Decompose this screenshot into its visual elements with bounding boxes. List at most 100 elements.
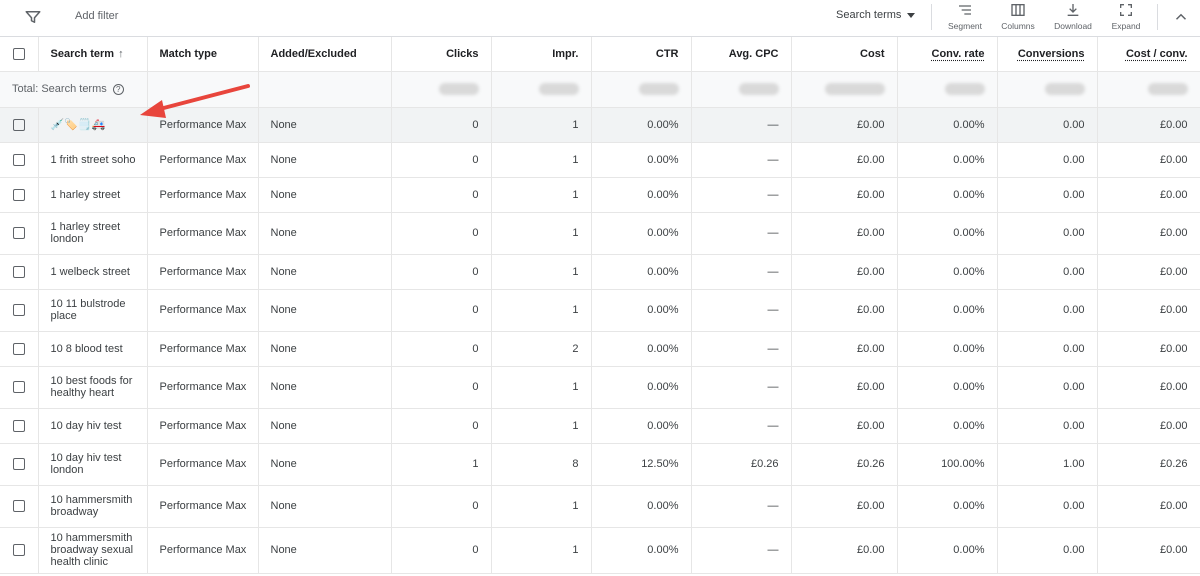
clicks-cell: 0 [391, 485, 491, 527]
conv-rate-cell: 0.00% [897, 289, 997, 331]
col-header-search-term[interactable]: Search term ↑ [38, 37, 147, 71]
cost-cell: £0.00 [791, 485, 897, 527]
download-button[interactable]: Download [1050, 0, 1096, 36]
cost-conv-cell: £0.00 [1097, 107, 1200, 142]
col-header-conv-rate[interactable]: Conv. rate [897, 37, 997, 71]
table-row[interactable]: 💉🏷️🗒️🚑 Performance Max None 0 1 0.00% — £0.00 0.… [0, 107, 1200, 142]
segment-button[interactable]: Segment [944, 0, 986, 36]
conv-rate-cell: 0.00% [897, 107, 997, 142]
row-checkbox[interactable] [13, 266, 25, 278]
col-header-avg-cpc[interactable]: Avg. CPC [691, 37, 791, 71]
expand-button-label: Expand [1112, 21, 1141, 31]
table-row[interactable]: 10 8 blood test Performance Max None 0 2 0.00… [0, 331, 1200, 366]
filter-icon[interactable] [24, 8, 42, 26]
row-checkbox[interactable] [13, 119, 25, 131]
total-cell-blurred [997, 71, 1097, 107]
impr-cell: 1 [491, 366, 591, 408]
chevron-up-icon[interactable] [1172, 8, 1190, 26]
col-header-ctr[interactable]: CTR [591, 37, 691, 71]
row-checkbox[interactable] [13, 154, 25, 166]
search-term-cell: 1 frith street soho [38, 142, 147, 177]
row-checkbox[interactable] [13, 343, 25, 355]
impr-cell: 1 [491, 107, 591, 142]
conversions-cell: 0.00 [997, 289, 1097, 331]
conversions-cell: 0.00 [997, 107, 1097, 142]
conversions-cell: 0.00 [997, 527, 1097, 573]
table-row[interactable]: 10 11 bulstrode place Performance Max None… [0, 289, 1200, 331]
match-cell: Performance Max [147, 408, 258, 443]
row-checkbox-cell [0, 408, 38, 443]
cost-conv-cell: £0.00 [1097, 408, 1200, 443]
clicks-cell: 0 [391, 331, 491, 366]
cost-cell: £0.00 [791, 254, 897, 289]
cpc-cell: — [691, 212, 791, 254]
table-row[interactable]: 10 day hiv test london Performance Max Non… [0, 443, 1200, 485]
add-filter-button[interactable]: Add filter [75, 10, 118, 22]
row-checkbox[interactable] [13, 227, 25, 239]
cpc-cell: — [691, 408, 791, 443]
conv-rate-cell: 0.00% [897, 142, 997, 177]
table-row[interactable]: 1 welbeck street Performance Max None 0 1 0.0… [0, 254, 1200, 289]
col-header-clicks[interactable]: Clicks [391, 37, 491, 71]
row-checkbox[interactable] [13, 420, 25, 432]
ctr-cell: 0.00% [591, 527, 691, 573]
total-row: Total: Search terms? [0, 71, 1200, 107]
search-term-cell: 10 8 blood test [38, 331, 147, 366]
added-cell: None [258, 254, 391, 289]
cost-conv-cell: £0.00 [1097, 527, 1200, 573]
match-cell: Performance Max [147, 142, 258, 177]
columns-button[interactable]: Columns [996, 0, 1040, 36]
row-checkbox[interactable] [13, 500, 25, 512]
cost-conv-cell: £0.00 [1097, 485, 1200, 527]
search-term-cell: 10 day hiv test london [38, 443, 147, 485]
select-all-checkbox[interactable] [13, 48, 25, 60]
table-row[interactable]: 1 frith street soho Performance Max None 0 1… [0, 142, 1200, 177]
ctr-cell: 0.00% [591, 408, 691, 443]
row-checkbox-cell [0, 331, 38, 366]
table-row[interactable]: 10 hammersmith broadway sexual health cl… [0, 527, 1200, 573]
conversions-cell: 0.00 [997, 212, 1097, 254]
row-checkbox[interactable] [13, 458, 25, 470]
col-header-cost[interactable]: Cost [791, 37, 897, 71]
match-cell: Performance Max [147, 177, 258, 212]
match-cell: Performance Max [147, 485, 258, 527]
col-header-added-excluded[interactable]: Added/Excluded [258, 37, 391, 71]
col-header-conversions[interactable]: Conversions [997, 37, 1097, 71]
match-cell: Performance Max [147, 212, 258, 254]
view-segment-dropdown[interactable]: Search terms [836, 9, 915, 21]
toolbar-divider [1157, 4, 1158, 30]
col-header-impr[interactable]: Impr. [491, 37, 591, 71]
columns-icon [1010, 2, 1026, 18]
row-checkbox[interactable] [13, 544, 25, 556]
row-checkbox-cell [0, 177, 38, 212]
table-row[interactable]: 1 harley street london Performance Max Non… [0, 212, 1200, 254]
help-icon[interactable]: ? [113, 84, 124, 95]
cost-conv-cell: £0.00 [1097, 177, 1200, 212]
table-row[interactable]: 1 harley street Performance Max None 0 1 0.00… [0, 177, 1200, 212]
ctr-cell: 0.00% [591, 254, 691, 289]
cost-cell: £0.00 [791, 331, 897, 366]
col-header-match-type[interactable]: Match type [147, 37, 258, 71]
table-row[interactable]: 10 hammersmith broadway Performance Max No… [0, 485, 1200, 527]
cpc-cell: — [691, 485, 791, 527]
table-row[interactable]: 10 best foods for healthy heart Performan… [0, 366, 1200, 408]
redacted-value [739, 83, 779, 95]
added-cell: None [258, 443, 391, 485]
cost-conv-cell: £0.00 [1097, 289, 1200, 331]
col-header-cost-per-conv[interactable]: Cost / conv. [1097, 37, 1200, 71]
search-term-cell: 10 best foods for healthy heart [38, 366, 147, 408]
conversions-cell: 0.00 [997, 331, 1097, 366]
cost-cell: £0.00 [791, 212, 897, 254]
ctr-cell: 12.50% [591, 443, 691, 485]
row-checkbox[interactable] [13, 304, 25, 316]
row-checkbox[interactable] [13, 189, 25, 201]
row-checkbox[interactable] [13, 381, 25, 393]
added-cell: None [258, 527, 391, 573]
conversions-cell: 0.00 [997, 408, 1097, 443]
total-cell-blurred [491, 71, 591, 107]
segment-button-label: Segment [948, 21, 982, 31]
expand-button[interactable]: Expand [1106, 0, 1146, 36]
cpc-cell: — [691, 254, 791, 289]
conv-rate-cell: 0.00% [897, 212, 997, 254]
table-row[interactable]: 10 day hiv test Performance Max None 0 1 0.00… [0, 408, 1200, 443]
